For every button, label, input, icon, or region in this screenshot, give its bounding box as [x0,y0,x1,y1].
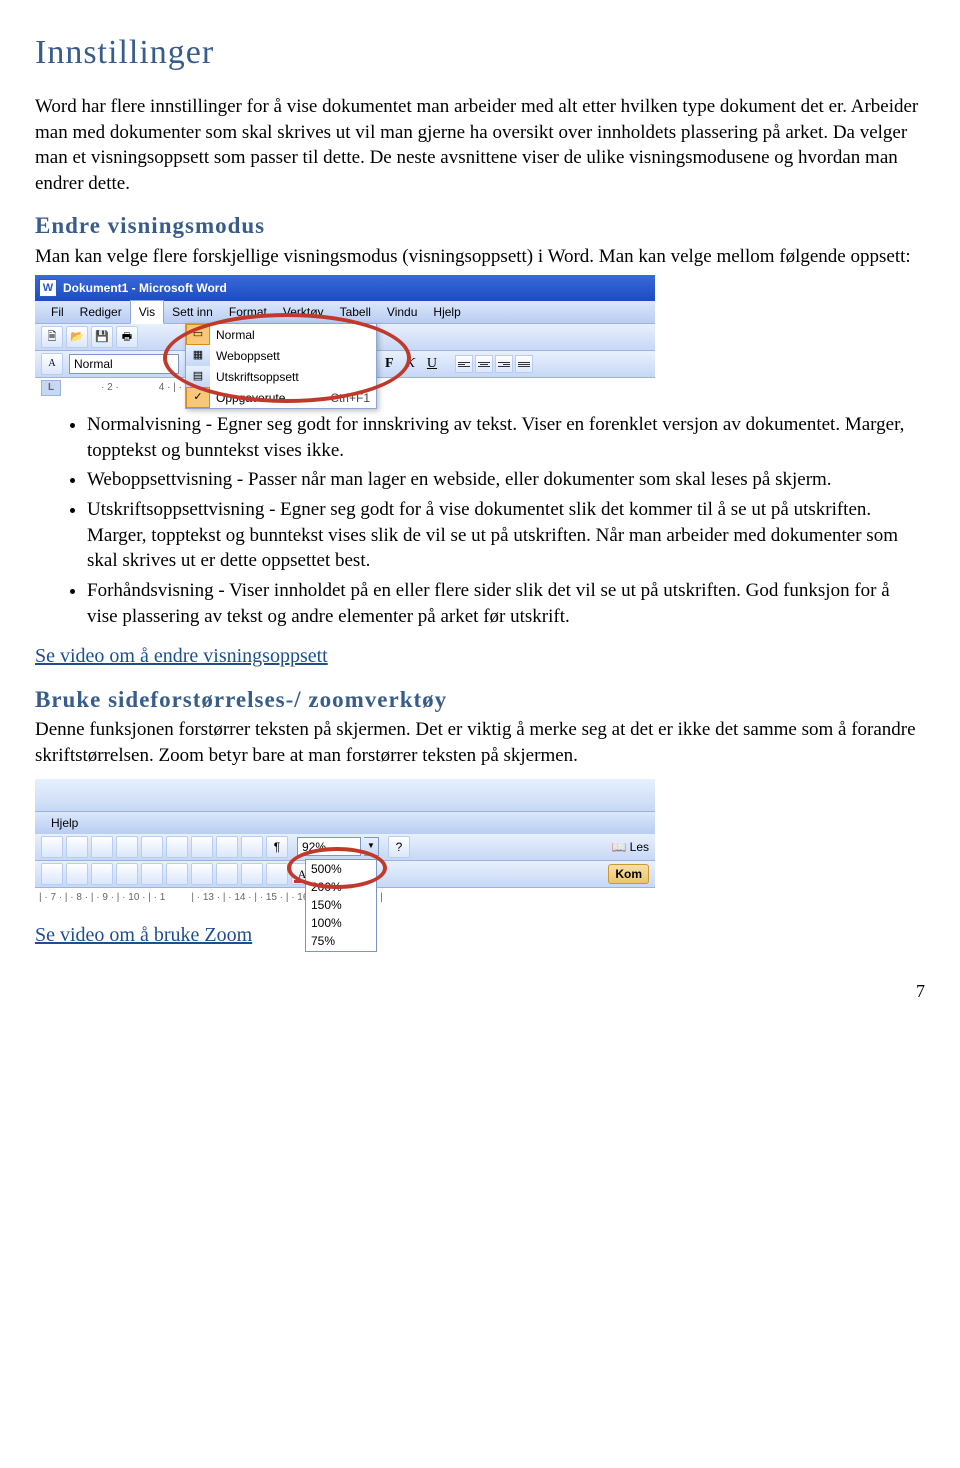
menu-item-normal[interactable]: ▭ Normal [186,324,376,345]
print-icon[interactable]: 🖶 [116,326,138,348]
zoom-option[interactable]: 100% [306,914,376,932]
ruler-tick: · 2 · [101,381,119,395]
toolbar-icon[interactable] [241,836,263,858]
menu-item-label: Weboppsett [216,348,280,364]
align-right-icon[interactable] [495,355,513,373]
border-icon[interactable] [241,863,263,885]
ruler-tab-selector[interactable]: L [41,380,61,396]
list-item: Normalvisning - Egner seg godt for innsk… [87,412,925,463]
menu-item-label: Oppgaverute [216,390,285,406]
align-center-icon[interactable] [475,355,493,373]
heading-endre-visningsmodus: Endre visningsmodus [35,210,925,241]
menu-sett-inn[interactable]: Sett inn [164,301,221,323]
menu-item-weboppsett[interactable]: ▦ Weboppsett [186,345,376,366]
menu-hjelp[interactable]: Hjelp [43,812,86,834]
zoom-input[interactable]: 92% [297,837,361,856]
style-selector[interactable]: Normal [69,354,179,374]
indent-icon[interactable] [191,863,213,885]
screenshot-word-zoom: Hjelp ¶ 92% ▼ ? 📖 Les [35,779,655,908]
align-icon[interactable] [116,863,138,885]
align-icons-2: A [41,863,313,885]
help-icon[interactable]: ? [388,836,410,858]
zoom-option[interactable]: 200% [306,878,376,896]
toolbar-icon[interactable] [141,836,163,858]
zoom-option[interactable]: 75% [306,932,376,950]
menu-item-label: Normal [216,327,255,343]
align-icon[interactable] [91,863,113,885]
line-spacing-icon[interactable] [141,863,163,885]
page-title: Innstillinger [35,30,925,76]
intro-paragraph: Word har flere innstillinger for å vise … [35,94,925,197]
menu-fil[interactable]: Fil [43,301,72,323]
heading-zoom: Bruke sideforstørrelses-/ zoomverktøy [35,684,925,715]
align-left-icon[interactable] [455,355,473,373]
italic-button[interactable]: K [406,355,415,374]
toolbar-icon[interactable] [191,836,213,858]
align-buttons [455,355,533,373]
toolbar-icon[interactable] [166,836,188,858]
menu-vis[interactable]: Vis [130,300,164,324]
menu-tabell[interactable]: Tabell [332,301,379,323]
menu-verktøy[interactable]: Verktøy [275,301,332,323]
save-icon[interactable]: 💾 [91,326,113,348]
toolbar-icon[interactable] [91,836,113,858]
word-window-title: Dokument1 - Microsoft Word [63,280,227,296]
menu-item-icon: ▤ [186,366,210,387]
reading-layout-button[interactable]: 📖 Les [612,839,649,855]
toolbar-icon[interactable] [41,836,63,858]
word-menu-bar: FilRedigerVisSett innFormatVerktøyTabell… [35,301,655,324]
list-item: Weboppsettvisning - Passer når man lager… [87,467,925,493]
toolbar-icon[interactable] [66,836,88,858]
link-video-zoom[interactable]: Se video om å bruke Zoom [35,924,252,946]
underline-button[interactable]: U [427,355,437,374]
vis-menu-dropdown: ▭ Normal ▦ Weboppsett ▤ Utskriftsoppsett ✓ Oppg… [185,323,377,409]
align-icon[interactable] [66,863,88,885]
zoom-option[interactable]: 150% [306,896,376,914]
list-item: Forhåndsvisning - Viser innholdet på en … [87,578,925,629]
bold-button[interactable]: F [385,355,394,374]
list-icon[interactable] [166,863,188,885]
ruler-scale-left: | · 7 · | · 8 · | · 9 · | · 10 · | · 1 [39,891,165,905]
toolbar-pilcrow-icon[interactable]: ¶ [266,836,288,858]
style-aa-icon[interactable]: A [41,353,63,375]
visningsmodus-list: Normalvisning - Egner seg godt for innsk… [35,412,925,629]
zoom-option[interactable]: 500% [306,860,376,878]
book-icon: 📖 [612,839,627,855]
word-menu-bar-2: Hjelp [35,812,655,834]
toolbar-blank-row [35,779,655,812]
open-icon[interactable]: 📂 [66,326,88,348]
new-doc-icon[interactable]: 🗎 [41,326,63,348]
zoom-dropdown-list: 500%200%150%100%75% [305,859,377,952]
indent-icon[interactable] [216,863,238,885]
menu-format[interactable]: Format [221,301,275,323]
menu-hjelp[interactable]: Hjelp [425,301,468,323]
align-icon[interactable] [41,863,63,885]
menu-item-icon: ✓ [186,387,210,408]
menu-item-shortcut: Ctrl+F1 [330,390,370,406]
kom-button[interactable]: Kom [608,864,649,884]
menu-rediger[interactable]: Rediger [72,301,130,323]
word-title-bar: W Dokument1 - Microsoft Word [35,275,655,301]
highlight-icon[interactable] [266,863,288,885]
menu-item-oppgaverute[interactable]: ✓ Oppgaverute Ctrl+F1 [186,387,376,408]
toolbar-icon[interactable] [116,836,138,858]
toolbar-icons-left: ¶ [41,836,288,858]
word-app-icon: W [39,279,57,297]
menu-vindu[interactable]: Vindu [379,301,425,323]
zoom-dropdown-arrow[interactable]: ▼ [364,837,379,856]
menu-item-icon: ▦ [186,345,210,366]
menu-item-label: Utskriftsoppsett [216,369,299,385]
page-number: 7 [35,979,925,1003]
toolbar-icon[interactable] [216,836,238,858]
menu-item-utskriftsoppsett[interactable]: ▤ Utskriftsoppsett [186,366,376,387]
paragraph-visningsmodus: Man kan velge flere forskjellige visning… [35,244,925,270]
align-justify-icon[interactable] [515,355,533,373]
paragraph-zoom: Denne funksjonen forstørrer teksten på s… [35,717,925,768]
word-toolbar-zoom-row: ¶ 92% ▼ ? 📖 Les [35,834,655,861]
screenshot-word-vis-menu: W Dokument1 - Microsoft Word FilRedigerV… [35,275,655,398]
menu-item-icon: ▭ [186,324,210,345]
link-video-visningsoppsett[interactable]: Se video om å endre visningsoppsett [35,645,328,667]
list-item: Utskriftsoppsettvisning - Egner seg godt… [87,497,925,574]
